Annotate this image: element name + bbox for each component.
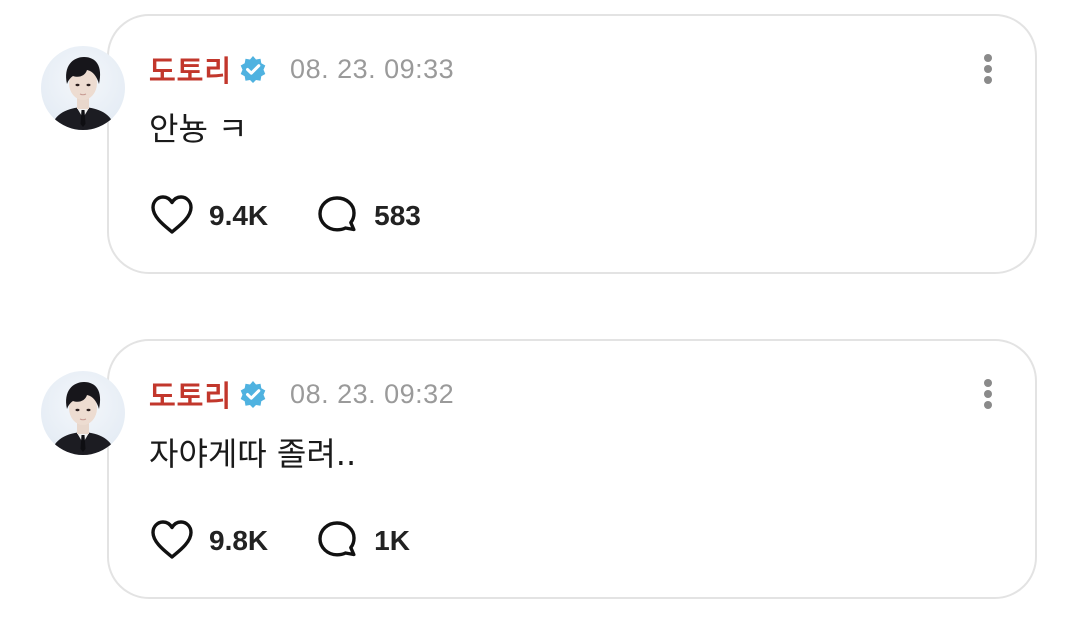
like-button[interactable]: 9.4K <box>149 193 268 239</box>
avatar[interactable] <box>41 371 125 455</box>
avatar[interactable] <box>41 46 125 130</box>
post-text: 안뇽 ㅋ <box>149 110 248 148</box>
more-options-icon[interactable] <box>981 52 995 86</box>
post-item: 도토리 08. 23. 09:32 자야게따 졸려.. 9.8K 1K <box>0 339 1080 599</box>
post-card[interactable]: 도토리 08. 23. 09:33 안뇽 ㅋ 9.4K 583 <box>107 14 1037 274</box>
post-card[interactable]: 도토리 08. 23. 09:32 자야게따 졸려.. 9.8K 1K <box>107 339 1037 599</box>
post-timestamp: 08. 23. 09:33 <box>290 53 455 84</box>
post-text: 자야게따 졸려.. <box>149 435 357 473</box>
comment-button[interactable]: 583 <box>316 193 421 239</box>
post-actions: 9.8K 1K <box>149 519 410 563</box>
verified-badge-icon <box>238 54 268 84</box>
heart-icon <box>149 518 195 564</box>
post-actions: 9.4K 583 <box>149 194 421 238</box>
post-header: 도토리 08. 23. 09:33 <box>149 52 455 89</box>
verified-badge-icon <box>238 379 268 409</box>
comment-count: 1K <box>374 525 410 556</box>
comment-bubble-icon <box>316 193 360 239</box>
post-header: 도토리 08. 23. 09:32 <box>149 377 455 414</box>
author-name[interactable]: 도토리 <box>149 373 232 415</box>
comment-count: 583 <box>374 200 421 231</box>
heart-icon <box>149 193 195 239</box>
post-feed: 도토리 08. 23. 09:33 안뇽 ㅋ 9.4K 583 도토리 08. … <box>0 0 1080 619</box>
author-name[interactable]: 도토리 <box>149 48 232 90</box>
like-count: 9.8K <box>209 525 269 556</box>
comment-button[interactable]: 1K <box>316 518 410 564</box>
post-timestamp: 08. 23. 09:32 <box>290 378 455 409</box>
like-count: 9.4K <box>209 200 269 231</box>
post-item: 도토리 08. 23. 09:33 안뇽 ㅋ 9.4K 583 <box>0 14 1080 274</box>
more-options-icon[interactable] <box>981 377 995 411</box>
comment-bubble-icon <box>316 518 360 564</box>
like-button[interactable]: 9.8K <box>149 518 268 564</box>
